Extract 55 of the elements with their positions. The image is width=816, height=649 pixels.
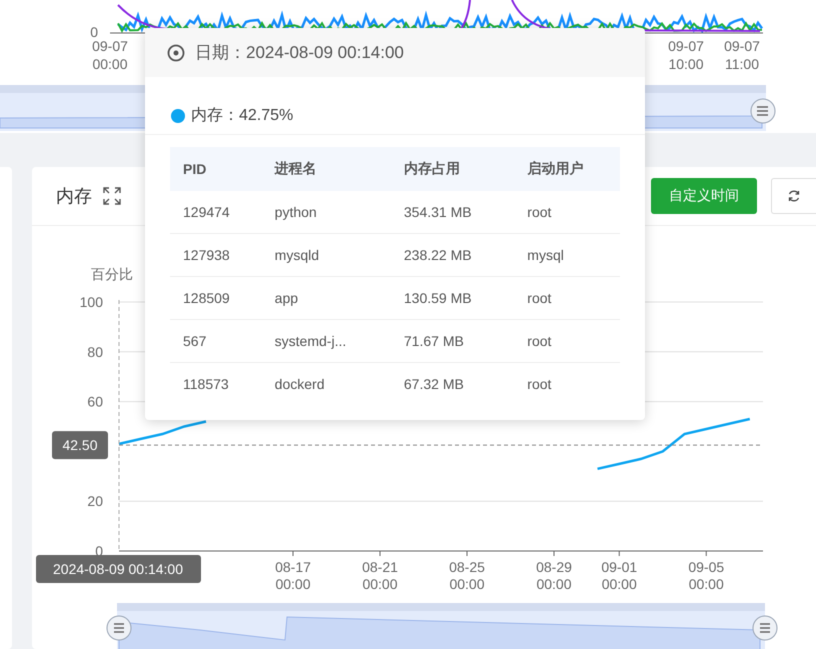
table-cell: root — [514, 362, 620, 405]
axis-label: 0 — [90, 24, 98, 40]
axis-label: 08-25 00:00 — [449, 559, 485, 592]
table-cell: 118573 — [170, 362, 262, 405]
table-cell: 128509 — [170, 276, 262, 320]
axis-pointer-label: 42.50 — [52, 431, 108, 460]
card-title: 内存 — [56, 185, 92, 208]
slider-handle[interactable] — [752, 616, 778, 640]
table-cell: 71.67 MB — [390, 320, 514, 362]
table-cell: 238.22 MB — [390, 234, 514, 276]
zoom-slider[interactable] — [117, 603, 765, 649]
axis-label: 60 — [87, 394, 103, 410]
table-cell: python — [262, 191, 391, 234]
axis-label: 09-07 00:00 — [92, 38, 128, 72]
axis-label: 80 — [87, 344, 103, 360]
tooltip-date: 日期：2024-08-09 00:14:00 — [195, 42, 404, 64]
slider-handle[interactable] — [750, 98, 776, 124]
axis-label: 20 — [87, 493, 103, 510]
axis-label: 08-29 00:00 — [536, 559, 572, 592]
column-header: PID — [170, 147, 262, 191]
fullscreen-icon[interactable] — [102, 186, 122, 206]
axis-label: 09-05 00:00 — [688, 559, 724, 592]
axis-label: 09-01 00:00 — [601, 559, 638, 592]
refresh-button[interactable] — [771, 178, 816, 214]
axis-pointer-label: 2024-08-09 00:14:00 — [36, 555, 201, 583]
series-value: 内存：42.75% — [191, 106, 294, 126]
axis-label: 09-07 11:00 — [724, 38, 760, 72]
table-cell: app — [262, 276, 391, 320]
axis-label: 08-21 00:00 — [362, 559, 398, 592]
axis-label: 08-17 00:00 — [275, 559, 311, 592]
column-header: 内存占用 — [390, 147, 514, 191]
table-cell: dockerd — [262, 362, 391, 405]
table-cell: mysql — [514, 234, 620, 276]
table-cell: root — [514, 191, 620, 234]
axis-title: 百分比 — [91, 266, 133, 282]
table-cell: 67.32 MB — [390, 362, 514, 405]
slider-handle[interactable] — [106, 616, 132, 640]
table-cell: 127938 — [170, 234, 262, 276]
table-cell: 130.59 MB — [390, 276, 514, 320]
custom-time-button[interactable]: 自定义时间 — [651, 178, 757, 214]
table-cell: 567 — [170, 320, 262, 362]
clock-icon — [167, 44, 185, 62]
table-cell: mysqld — [262, 234, 391, 276]
table-cell: 129474 — [170, 191, 262, 234]
table-cell: root — [514, 276, 620, 320]
series-dot — [171, 108, 185, 122]
refresh-icon — [787, 189, 801, 203]
table-cell: 354.31 MB — [390, 191, 514, 234]
table-cell: root — [514, 320, 620, 362]
axis-label: 09-07 10:00 — [668, 38, 704, 72]
ref-line-label: 42.50 — [62, 437, 98, 454]
table-cell: systemd-j... — [262, 320, 391, 362]
column-header: 启动用户 — [514, 147, 620, 191]
column-header: 进程名 — [262, 147, 391, 191]
axis-label: 100 — [80, 294, 103, 310]
